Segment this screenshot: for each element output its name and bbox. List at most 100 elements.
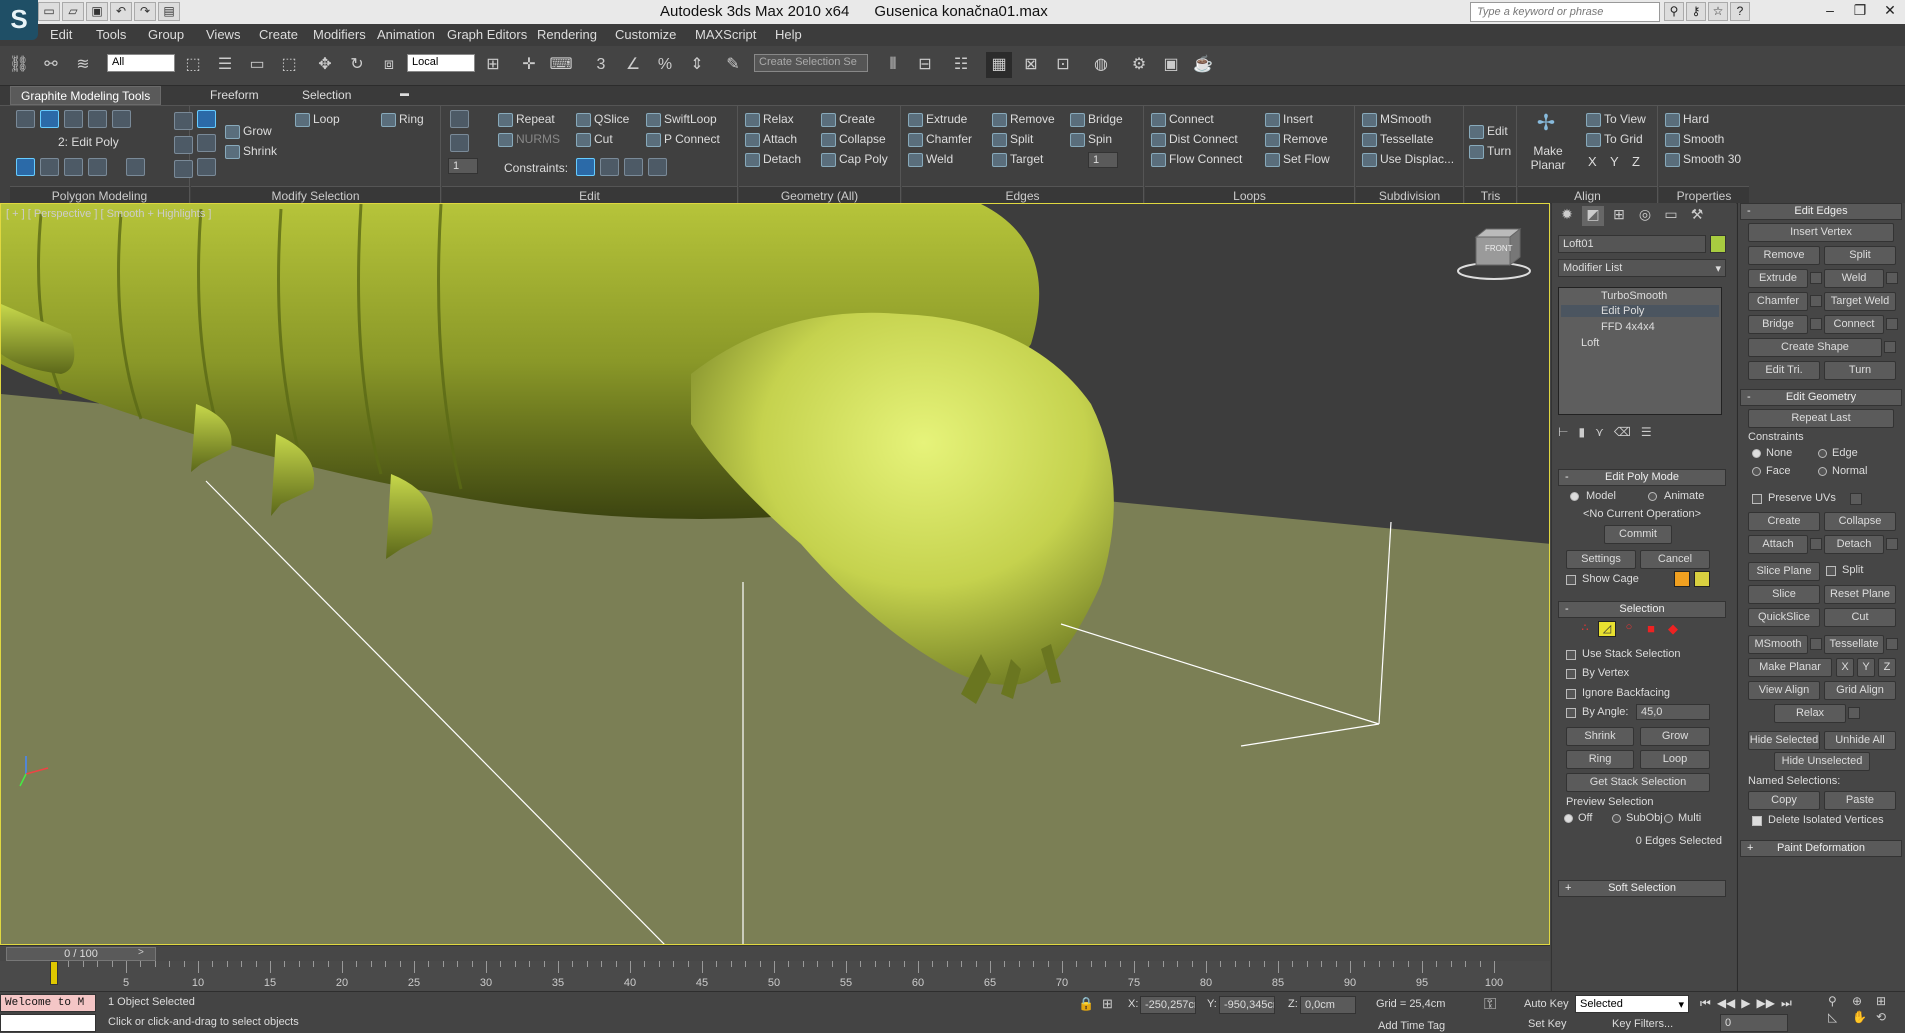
selection-filter-dropdown[interactable]: All	[107, 54, 175, 72]
restore-icon[interactable]: ❐	[1845, 0, 1875, 20]
hard-button[interactable]: Hard	[1665, 112, 1709, 127]
zoom-all-icon[interactable]: ⊕	[1852, 994, 1874, 1008]
shrink-button[interactable]: Shrink	[1566, 727, 1634, 746]
minimize-icon[interactable]: –	[1815, 0, 1845, 20]
select-manipulate-icon[interactable]: ✛	[516, 52, 542, 78]
smooth-button[interactable]: Smooth	[1665, 132, 1724, 147]
menu-tools[interactable]: Tools	[96, 27, 126, 42]
perspective-viewport[interactable]: [ + ] [ Perspective ] [ Smooth + Highlig…	[0, 203, 1550, 945]
element-mode-icon[interactable]	[112, 110, 131, 128]
menu-help[interactable]: Help	[775, 27, 802, 42]
hide-selected-button[interactable]: Hide Selected	[1748, 731, 1820, 750]
cap-poly-button[interactable]: Cap Poly	[821, 152, 888, 167]
stack-item-ffd[interactable]: FFD 4x4x4	[1563, 321, 1717, 333]
lock-selection-icon[interactable]: 🔒	[1078, 996, 1094, 1012]
current-frame-field[interactable]: 0	[1720, 1014, 1788, 1032]
zoom-icon[interactable]: ⚲	[1828, 994, 1850, 1008]
hierarchy-tab-icon[interactable]: ⊞	[1608, 206, 1630, 226]
make-planar-button[interactable]: Make Planar	[1748, 658, 1832, 677]
target-button[interactable]: Target	[992, 152, 1043, 167]
animate-radio[interactable]	[1648, 492, 1657, 501]
create-button[interactable]: Create	[1748, 512, 1820, 531]
scale-icon[interactable]: ⧈	[376, 52, 402, 78]
weld-button[interactable]: Weld	[908, 152, 953, 167]
make-planar-icon[interactable]: ✢	[1536, 110, 1556, 136]
relax-settings-icon[interactable]	[1848, 707, 1860, 719]
connect-settings-icon[interactable]	[1886, 318, 1898, 330]
edge-mode-icon[interactable]	[40, 110, 59, 128]
vertex-mode-icon[interactable]	[16, 110, 35, 128]
utilities-tab-icon[interactable]: ⚒	[1686, 206, 1708, 226]
collapse-stack-icon[interactable]	[88, 158, 107, 176]
border-subobject-icon[interactable]: ○	[1620, 621, 1638, 637]
go-to-start-icon[interactable]: ⏮	[1700, 996, 1711, 1011]
show-end-result-icon[interactable]: ▮	[1578, 425, 1585, 439]
settings-button[interactable]: Settings	[1566, 550, 1636, 569]
menu-maxscript[interactable]: MAXScript	[695, 27, 756, 42]
model-radio[interactable]	[1570, 492, 1579, 501]
qslice-button[interactable]: QSlice	[576, 112, 629, 127]
by-vertex-checkbox[interactable]	[1566, 669, 1576, 679]
set-key-mode-icon[interactable]: ⚿	[1484, 996, 1496, 1014]
show-end-result-icon[interactable]	[16, 158, 35, 176]
stack-item-loft[interactable]: Loft	[1563, 337, 1717, 349]
angle-snap-icon[interactable]: ∠	[620, 52, 646, 78]
graphite-toggle-icon[interactable]: ▦	[986, 52, 1012, 78]
remove-edge-button[interactable]: Remove	[992, 112, 1055, 127]
slice-plane-button[interactable]: Slice Plane	[1748, 562, 1820, 581]
menu-edit[interactable]: Edit	[50, 27, 72, 42]
undo-icon[interactable]: ↶	[110, 2, 132, 21]
ribbon-options-icon[interactable]: ▬	[390, 86, 419, 105]
bridge-button[interactable]: Bridge	[1070, 112, 1123, 127]
p-connect-button[interactable]: P Connect	[646, 132, 720, 147]
display-tab-icon[interactable]: ▭	[1660, 206, 1682, 226]
stack-item-edit-poly[interactable]: Edit Poly	[1561, 305, 1719, 317]
cage-selected-color-swatch[interactable]	[1694, 571, 1710, 587]
slider-next-icon[interactable]: >	[138, 947, 144, 958]
attach-button[interactable]: Attach	[745, 132, 797, 147]
preserve-uvs-settings-icon[interactable]	[1850, 493, 1862, 505]
tessellate-button[interactable]: Tessellate	[1362, 132, 1433, 147]
menu-group[interactable]: Group	[148, 27, 184, 42]
grid-align-button[interactable]: Grid Align	[1824, 681, 1896, 700]
use-stack-selection-checkbox[interactable]	[1566, 650, 1576, 660]
create-shape-button[interactable]: Create Shape	[1748, 338, 1882, 357]
to-grid-button[interactable]: To Grid	[1586, 132, 1643, 147]
preview-off-radio[interactable]	[1564, 814, 1573, 823]
go-to-end-icon[interactable]: ⏭	[1781, 996, 1792, 1011]
ring-button[interactable]: Ring	[381, 112, 424, 127]
menu-animation[interactable]: Animation	[377, 27, 435, 42]
relax-button[interactable]: Relax	[745, 112, 794, 127]
open-file-icon[interactable]: ▱	[62, 2, 84, 21]
by-angle-checkbox[interactable]	[1566, 708, 1576, 718]
loop-button[interactable]: Loop	[1640, 750, 1710, 769]
chamfer-settings-icon[interactable]	[1810, 295, 1822, 307]
help-icon[interactable]: ?	[1730, 2, 1750, 21]
constraint-edge-icon[interactable]	[600, 158, 619, 176]
shrink-button[interactable]: Shrink	[225, 144, 277, 159]
select-link-icon[interactable]: ⛓	[6, 52, 32, 78]
preserve-uvs-icon[interactable]	[450, 110, 469, 128]
tessellate-settings-icon[interactable]	[1886, 638, 1898, 650]
repeat-last-button[interactable]: Repeat Last	[1748, 409, 1894, 428]
layer-manager-icon[interactable]: ☷	[948, 52, 974, 78]
star-icon[interactable]: ☆	[1708, 2, 1728, 21]
connect-button[interactable]: Connect	[1151, 112, 1214, 127]
delete-isolated-checkbox[interactable]	[1752, 816, 1762, 826]
window-crossing-icon[interactable]: ⬚	[276, 52, 302, 78]
unhide-all-button[interactable]: Unhide All	[1824, 731, 1896, 750]
motion-tab-icon[interactable]: ◎	[1634, 206, 1656, 226]
percent-snap-icon[interactable]: %	[652, 52, 678, 78]
rollout-edit-poly-mode[interactable]: Edit Poly Mode	[1558, 469, 1726, 486]
weld-button[interactable]: Weld	[1824, 269, 1884, 288]
nurms-button[interactable]: NURMS	[498, 132, 560, 147]
rollout-paint-deformation[interactable]: Paint Deformation	[1740, 840, 1902, 857]
vertex-subobject-icon[interactable]: ∴	[1576, 621, 1594, 637]
close-icon[interactable]: ✕	[1875, 0, 1905, 20]
edges-spinner[interactable]: 1	[1088, 152, 1118, 168]
planar-y-button[interactable]: Y	[1857, 658, 1875, 677]
constraint-face-icon[interactable]	[624, 158, 643, 176]
absolute-mode-icon[interactable]: ⊞	[1102, 996, 1113, 1012]
quickslice-button[interactable]: QuickSlice	[1748, 608, 1820, 627]
app-logo-button[interactable]: S	[0, 0, 38, 40]
